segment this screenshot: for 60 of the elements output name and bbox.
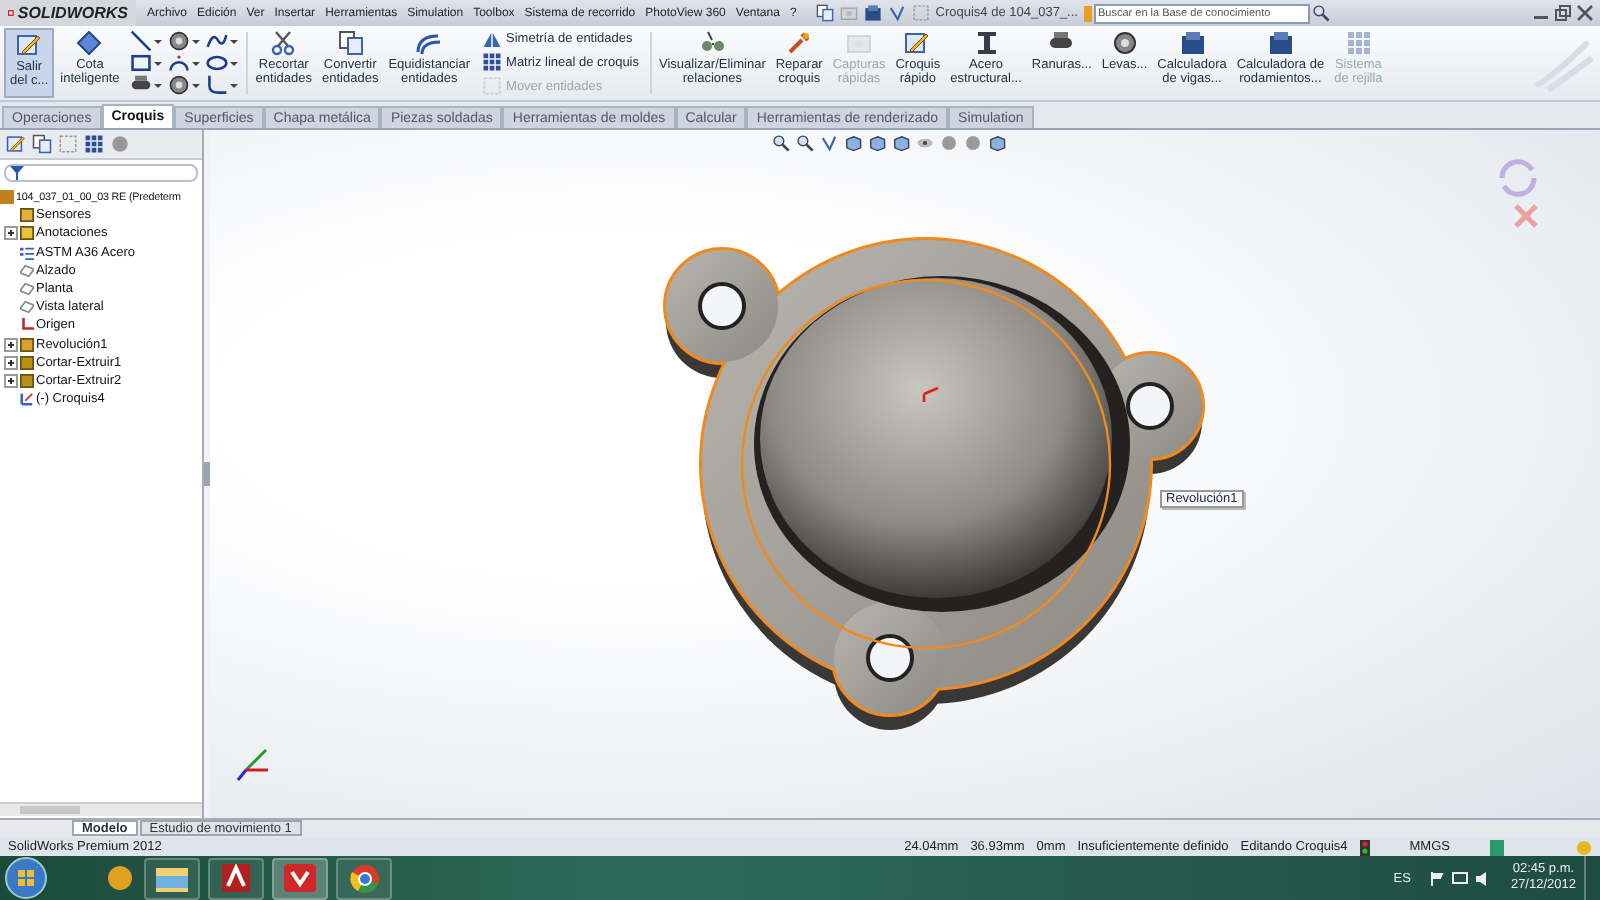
expand-icon[interactable] (4, 373, 18, 388)
start-button-icon[interactable] (4, 856, 48, 900)
material-icon (20, 245, 34, 260)
line-tool-icon (129, 30, 152, 52)
ellipse-tool-icon (205, 52, 228, 74)
grid-icon (482, 52, 503, 73)
origin-icon (20, 318, 34, 333)
grid-icon (1345, 30, 1372, 56)
solidworks-app-icon[interactable] (272, 857, 328, 899)
caret-icon (229, 39, 238, 43)
caret-icon (153, 61, 162, 65)
pencil-icon (904, 30, 931, 56)
search-icon (1311, 4, 1330, 22)
scrollbar[interactable] (0, 802, 202, 816)
browser-app-icon[interactable] (336, 857, 392, 899)
pencil-icon (16, 32, 43, 58)
beam-icon (973, 30, 999, 56)
zoom-fit-icon (772, 134, 790, 152)
move-frame-icon (482, 76, 503, 97)
hide-show-icon (916, 134, 934, 152)
copy-icon (337, 30, 364, 56)
sphere-icon (940, 134, 958, 152)
expand-icon[interactable] (4, 355, 18, 370)
expand-icon[interactable] (4, 226, 18, 241)
folder-app-icon[interactable] (144, 857, 200, 899)
spline-tool-icon (205, 30, 228, 52)
caret-icon (229, 83, 238, 87)
circle-tool-icon (167, 30, 190, 52)
camera-icon (846, 30, 873, 56)
cad-app-icon[interactable] (208, 857, 264, 899)
caret-icon (153, 83, 162, 87)
circle-tool-icon (167, 74, 190, 96)
sketch-icon (20, 392, 34, 407)
filter-field[interactable] (4, 164, 198, 182)
splitter-handle[interactable] (204, 462, 210, 486)
app-logo: SOLIDWORKS (0, 0, 136, 26)
caret-icon (229, 61, 238, 65)
close-icon[interactable] (1576, 4, 1594, 22)
fillet-tool-icon (205, 74, 228, 96)
traffic-light-icon (1359, 839, 1370, 855)
restore-icon[interactable] (1554, 4, 1572, 22)
network-icon[interactable] (1452, 871, 1469, 885)
select-icon (911, 4, 930, 22)
caret-icon (153, 39, 162, 43)
arc-tool-icon (167, 52, 190, 74)
speaker-icon[interactable] (1476, 871, 1491, 885)
filter-icon (10, 166, 24, 180)
wrench-icon (786, 30, 813, 56)
diamond-icon (76, 30, 103, 56)
book-icon (1083, 5, 1092, 21)
flag-icon[interactable] (1430, 871, 1445, 885)
rectangle-tool-icon (129, 52, 152, 74)
expand-icon[interactable] (4, 337, 18, 352)
caret-icon (191, 83, 200, 87)
caret-icon (191, 39, 200, 43)
caret-icon (191, 61, 200, 65)
zoom-area-icon (796, 134, 814, 152)
scissors-icon (270, 30, 297, 56)
new-document-icon (815, 4, 834, 22)
offset-curves-icon (416, 30, 443, 56)
